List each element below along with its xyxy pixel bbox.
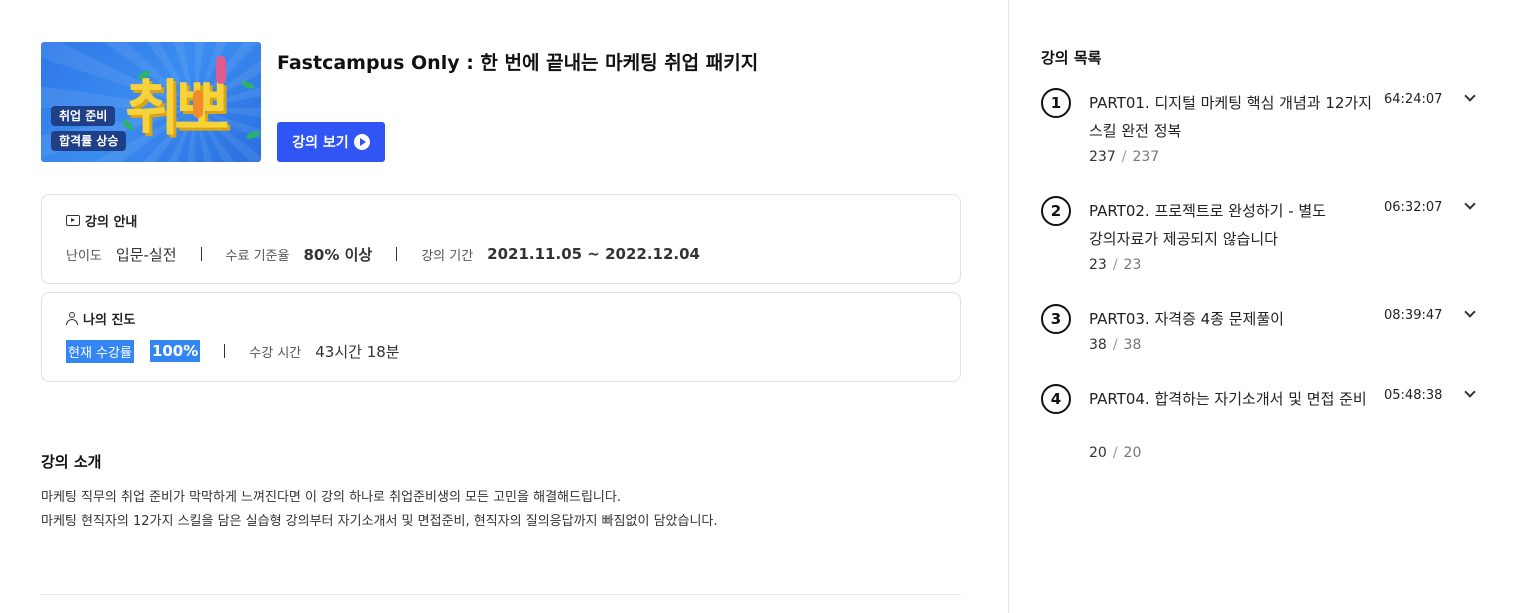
course-intro-text: 마케팅 현직자의 12가지 스킬을 담은 실습형 강의부터 자기소개서 및 면접…	[41, 514, 718, 529]
watch-button-label: 강의 보기	[292, 135, 349, 151]
completion-label: 수료 기준율	[225, 248, 290, 264]
part-lesson-count: 38/38	[1089, 337, 1142, 353]
progress-rate-label: 현재 수강률	[66, 339, 134, 363]
part-number: 4	[1041, 384, 1071, 414]
part-item[interactable]: 4 PART04. 합격하는 자기소개서 및 면접 준비 05:48:38 20…	[1041, 384, 1481, 474]
chevron-down-icon[interactable]	[1464, 307, 1474, 317]
part-lesson-count: 237/237	[1089, 149, 1160, 165]
thumbnail-tag: 합격률 상승	[51, 131, 127, 151]
part-title: PART01. 디지털 마케팅 핵심 개념과 12가지 스킬 완전 정복	[1089, 94, 1373, 140]
person-icon	[66, 312, 78, 325]
difficulty-label: 난이도	[66, 248, 102, 264]
period-label: 강의 기간	[421, 248, 474, 264]
lessons-done: 237	[1089, 149, 1116, 165]
lessons-total: 20	[1123, 445, 1142, 461]
course-intro-text: 마케팅 직무의 취업 준비가 막막하게 느껴진다면 이 강의 하나로 취업준비생…	[41, 490, 621, 505]
part-duration: 06:32:07	[1384, 200, 1443, 215]
course-title: Fastcampus Only : 한 번에 끝내는 마케팅 취업 패키지	[277, 52, 759, 74]
part-number: 1	[1041, 88, 1071, 118]
course-list-title: 강의 목록	[1041, 49, 1102, 67]
section-divider	[41, 594, 961, 595]
my-progress-card: 나의 진도 현재 수강률 100% 수강 시간 43시간 18분	[41, 292, 961, 382]
lessons-done: 23	[1089, 257, 1107, 273]
period-value: 2021.11.05 ~ 2022.12.04	[487, 245, 700, 263]
course-info-title: 강의 안내	[85, 215, 138, 230]
completion-value: 80% 이상	[303, 245, 373, 264]
course-info-row: 난이도 입문-실전 수료 기준율 80% 이상 강의 기간 2021.11.05…	[66, 243, 700, 265]
part-lesson-count: 20/20	[1089, 445, 1142, 461]
part-number: 3	[1041, 304, 1071, 334]
lessons-done: 20	[1089, 445, 1107, 461]
course-info-heading: 강의 안내	[66, 211, 137, 230]
my-progress-heading: 나의 진도	[66, 309, 135, 328]
divider	[200, 247, 202, 261]
lessons-total: 38	[1123, 337, 1142, 353]
chevron-down-icon[interactable]	[1464, 387, 1474, 397]
main-content: 취뽀 취업 준비 합격률 상승 Fastcampus Only : 한 번에 끝…	[0, 0, 1008, 613]
thumbnail-tag: 취업 준비	[51, 106, 116, 126]
part-duration: 64:24:07	[1384, 92, 1443, 107]
lessons-total: 237	[1132, 149, 1160, 165]
study-time-label: 수강 시간	[249, 345, 302, 361]
part-duration: 08:39:47	[1384, 308, 1443, 323]
progress-rate-value: 100%	[149, 340, 201, 362]
study-time-value: 43시간 18분	[315, 342, 400, 361]
my-progress-title: 나의 진도	[83, 313, 136, 328]
course-intro-heading: 강의 소개	[41, 453, 102, 471]
course-thumbnail: 취뽀 취업 준비 합격률 상승	[41, 42, 261, 162]
lessons-total: 23	[1123, 257, 1142, 273]
progress-row: 현재 수강률 100% 수강 시간 43시간 18분	[66, 339, 400, 363]
part-item[interactable]: 2 PART02. 프로젝트로 완성하기 - 별도 강의자료가 제공되지 않습니…	[1041, 196, 1481, 286]
part-title: PART02. 프로젝트로 완성하기 - 별도 강의자료가 제공되지 않습니다	[1089, 202, 1326, 248]
play-circle-icon	[353, 134, 370, 150]
thumbnail-big-text: 취뽀	[125, 74, 229, 144]
watch-course-button[interactable]: 강의 보기	[277, 122, 385, 162]
part-lesson-count: 23/23	[1089, 257, 1142, 273]
course-list-sidebar: 강의 목록 1 PART01. 디지털 마케팅 핵심 개념과 12가지 스킬 완…	[1008, 0, 1527, 613]
divider	[224, 344, 226, 358]
person-illustration	[193, 90, 203, 118]
part-title: PART04. 합격하는 자기소개서 및 면접 준비	[1089, 390, 1367, 408]
course-info-card: 강의 안내 난이도 입문-실전 수료 기준율 80% 이상 강의 기간 2021…	[41, 194, 961, 284]
chevron-down-icon[interactable]	[1464, 91, 1474, 101]
part-item[interactable]: 1 PART01. 디지털 마케팅 핵심 개념과 12가지 스킬 완전 정복 6…	[1041, 88, 1481, 178]
video-icon	[66, 215, 80, 226]
part-item[interactable]: 3 PART03. 자격증 4종 문제풀이 08:39:47 38/38	[1041, 304, 1481, 364]
divider	[396, 247, 398, 261]
part-number: 2	[1041, 196, 1071, 226]
difficulty-value: 입문-실전	[115, 245, 177, 264]
person-illustration	[216, 56, 226, 84]
lessons-done: 38	[1089, 337, 1107, 353]
chevron-down-icon[interactable]	[1464, 199, 1474, 209]
part-title: PART03. 자격증 4종 문제풀이	[1089, 310, 1284, 328]
part-duration: 05:48:38	[1384, 388, 1443, 403]
